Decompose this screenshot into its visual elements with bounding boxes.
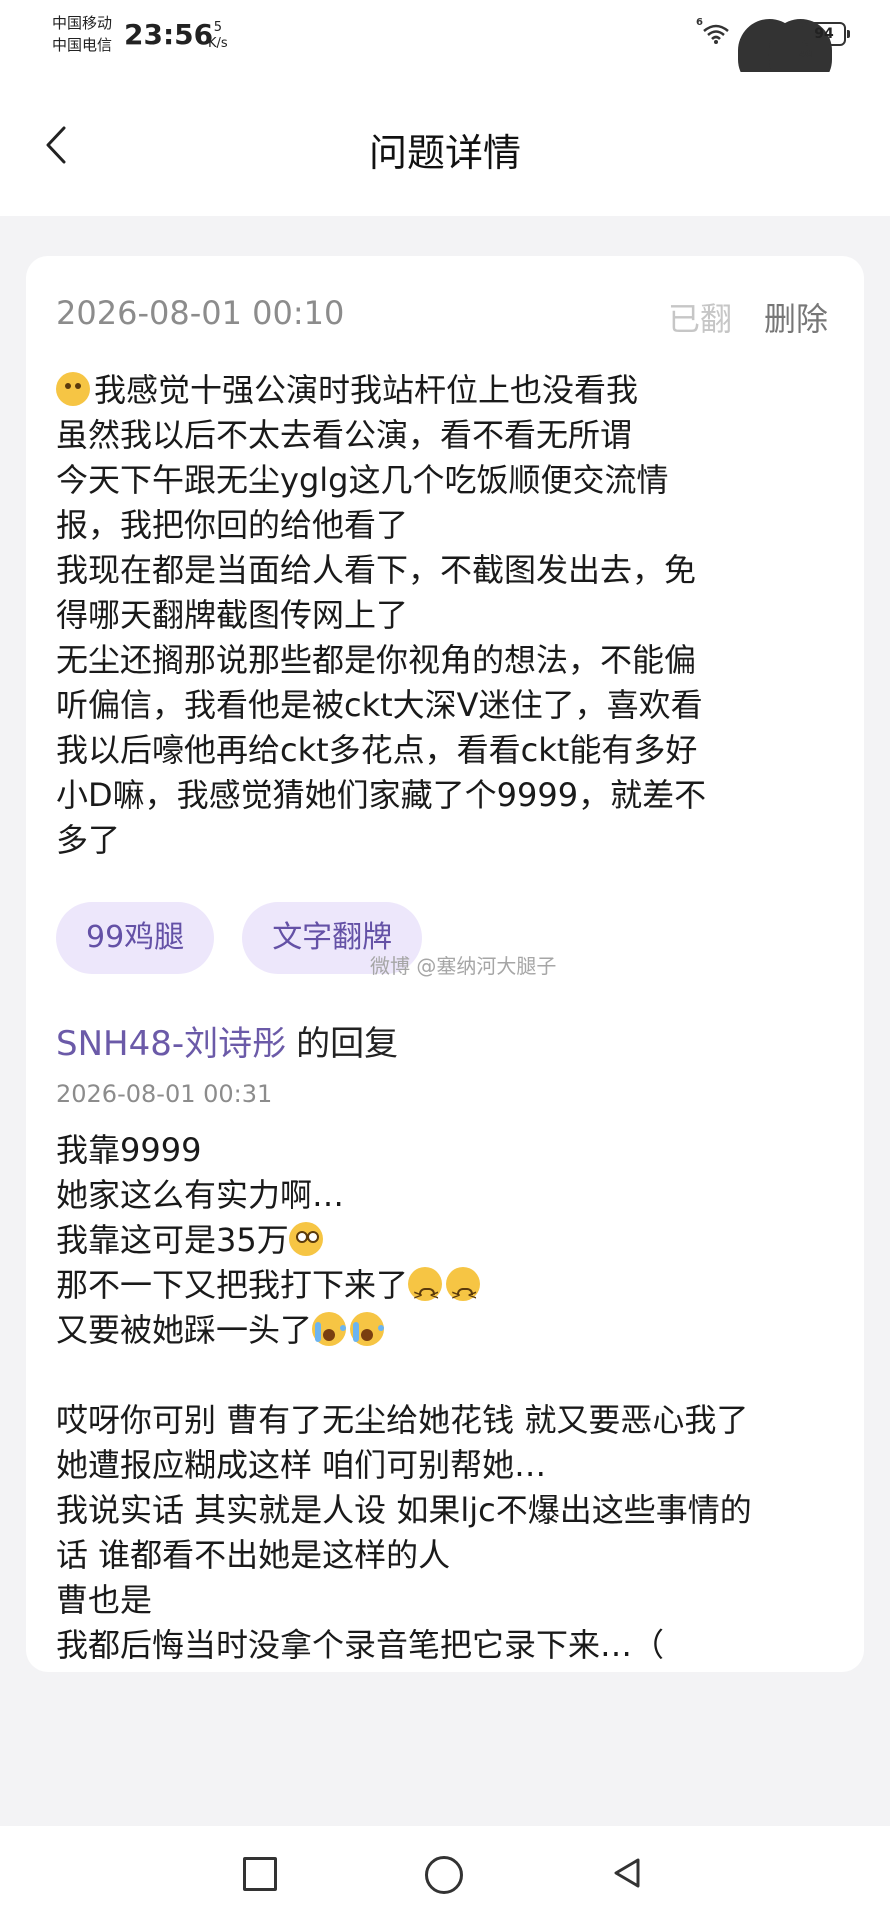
reply-line: 哎呀你可别 曹有了无尘给她花钱 就又要恶心我了 bbox=[56, 1401, 749, 1439]
battery-icon: 94 bbox=[802, 22, 850, 46]
delete-button[interactable]: 删除 bbox=[764, 294, 828, 340]
question-line: 我以后嚎他再给ckt多花点，看看ckt能有多好 bbox=[56, 731, 698, 769]
reply-line: 我说实话 其实就是人设 如果ljc不爆出这些事情的 bbox=[56, 1491, 752, 1529]
tag-chicken-legs[interactable]: 99鸡腿 bbox=[56, 902, 215, 974]
thinking-face-icon bbox=[56, 372, 90, 406]
signal-2-icon: 4G bbox=[769, 19, 832, 91]
home-icon[interactable] bbox=[425, 1856, 463, 1894]
carrier-1: 中国移动 bbox=[52, 14, 113, 32]
status-time: 23:56 bbox=[124, 18, 214, 51]
question-line: 我感觉十强公演时我站杆位上也没看我 bbox=[56, 368, 846, 413]
system-icons: 6 4G 4G 94 bbox=[696, 17, 850, 91]
question-line: 今天下午跟无尘yglg这几个吃饭顺便交流情 bbox=[56, 461, 669, 499]
tired-face-icon bbox=[446, 1267, 481, 1318]
question-line: 听偏信，我看他是被ckt大深V迷住了，喜欢看 bbox=[56, 686, 703, 724]
question-line: 无尘还搁那说那些都是你视角的想法，不能偏 bbox=[56, 641, 697, 679]
crying-face-icon bbox=[312, 1312, 347, 1346]
reply-line: 我靠9999 bbox=[56, 1131, 202, 1169]
question-line: 得哪天翻牌截图传网上了 bbox=[56, 596, 409, 634]
app-header: 问题详情 bbox=[0, 72, 890, 216]
question-line: 我现在都是当面给人看下，不截图发出去，免 bbox=[56, 551, 697, 589]
system-nav-bar bbox=[0, 1826, 890, 1920]
reply-line: 曹也是 bbox=[56, 1581, 153, 1619]
reply-line: 我都后悔当时没拿个录音笔把它录下来…（ bbox=[56, 1626, 665, 1664]
recent-apps-icon[interactable] bbox=[243, 1857, 277, 1891]
reply-time: 2026-08-01 00:31 bbox=[56, 1080, 273, 1108]
question-line: 报，我把你回的给他看了 bbox=[56, 506, 409, 544]
network-speed-unit: K/s bbox=[208, 36, 228, 51]
status-bar: 中国移动 中国电信 23:56 5 K/s 6 4G 4G 94 bbox=[0, 0, 890, 91]
translated-status: 已翻 bbox=[668, 300, 733, 338]
question-line: 多了 bbox=[56, 821, 121, 859]
carrier-2: 中国电信 bbox=[52, 36, 113, 54]
back-triangle-icon[interactable] bbox=[610, 1856, 644, 1890]
flushed-face-icon bbox=[288, 1222, 323, 1256]
wifi-badge: 6 bbox=[696, 17, 703, 28]
network-speed-value: 5 bbox=[213, 20, 222, 35]
reply-header: SNH48-刘诗彤 的回复 bbox=[56, 1016, 398, 1065]
tired-face-icon bbox=[408, 1267, 443, 1318]
weibo-watermark: 微博 @塞纳河大腿子 bbox=[370, 954, 557, 978]
question-card: 2026-08-01 00:10 已翻 删除 我感觉十强公演时我站杆位上也没看我… bbox=[26, 256, 864, 1672]
question-line: 虽然我以后不太去看公演，看不看无所谓 bbox=[56, 416, 633, 454]
reply-username[interactable]: SNH48-刘诗彤 bbox=[56, 1024, 286, 1064]
reply-line: 那不一下又把我打下来了 bbox=[56, 1263, 846, 1318]
carrier-info: 中国移动 中国电信 bbox=[52, 12, 112, 56]
question-text: 我感觉十强公演时我站杆位上也没看我 虽然我以后不太去看公演，看不看无所谓 今天下… bbox=[56, 368, 846, 863]
reply-line: 她家这么有实力啊… bbox=[56, 1176, 345, 1214]
question-line: 小D嘛，我感觉猜她们家藏了个9999，就差不 bbox=[56, 776, 707, 814]
reply-line: 她遭报应糊成这样 咱们可别帮她… bbox=[56, 1446, 547, 1484]
network-speed: 5 K/s bbox=[208, 20, 228, 52]
reply-line: 我靠这可是35万 bbox=[56, 1218, 846, 1263]
question-date: 2026-08-01 00:10 bbox=[56, 294, 345, 332]
page-title: 问题详情 bbox=[368, 131, 521, 175]
signal-1-icon: 4G bbox=[738, 19, 801, 91]
crying-face-icon bbox=[350, 1312, 385, 1346]
tag-list: 99鸡腿 文字翻牌 bbox=[56, 902, 423, 974]
reply-line: 话 谁都看不出她是这样的人 bbox=[56, 1536, 451, 1574]
wifi-icon: 6 bbox=[696, 17, 732, 45]
reply-suffix: 的回复 bbox=[296, 1024, 399, 1064]
reply-text: 我靠9999 她家这么有实力啊… 我靠这可是35万 那不一下又把我打下来了 又要… bbox=[56, 1128, 846, 1668]
